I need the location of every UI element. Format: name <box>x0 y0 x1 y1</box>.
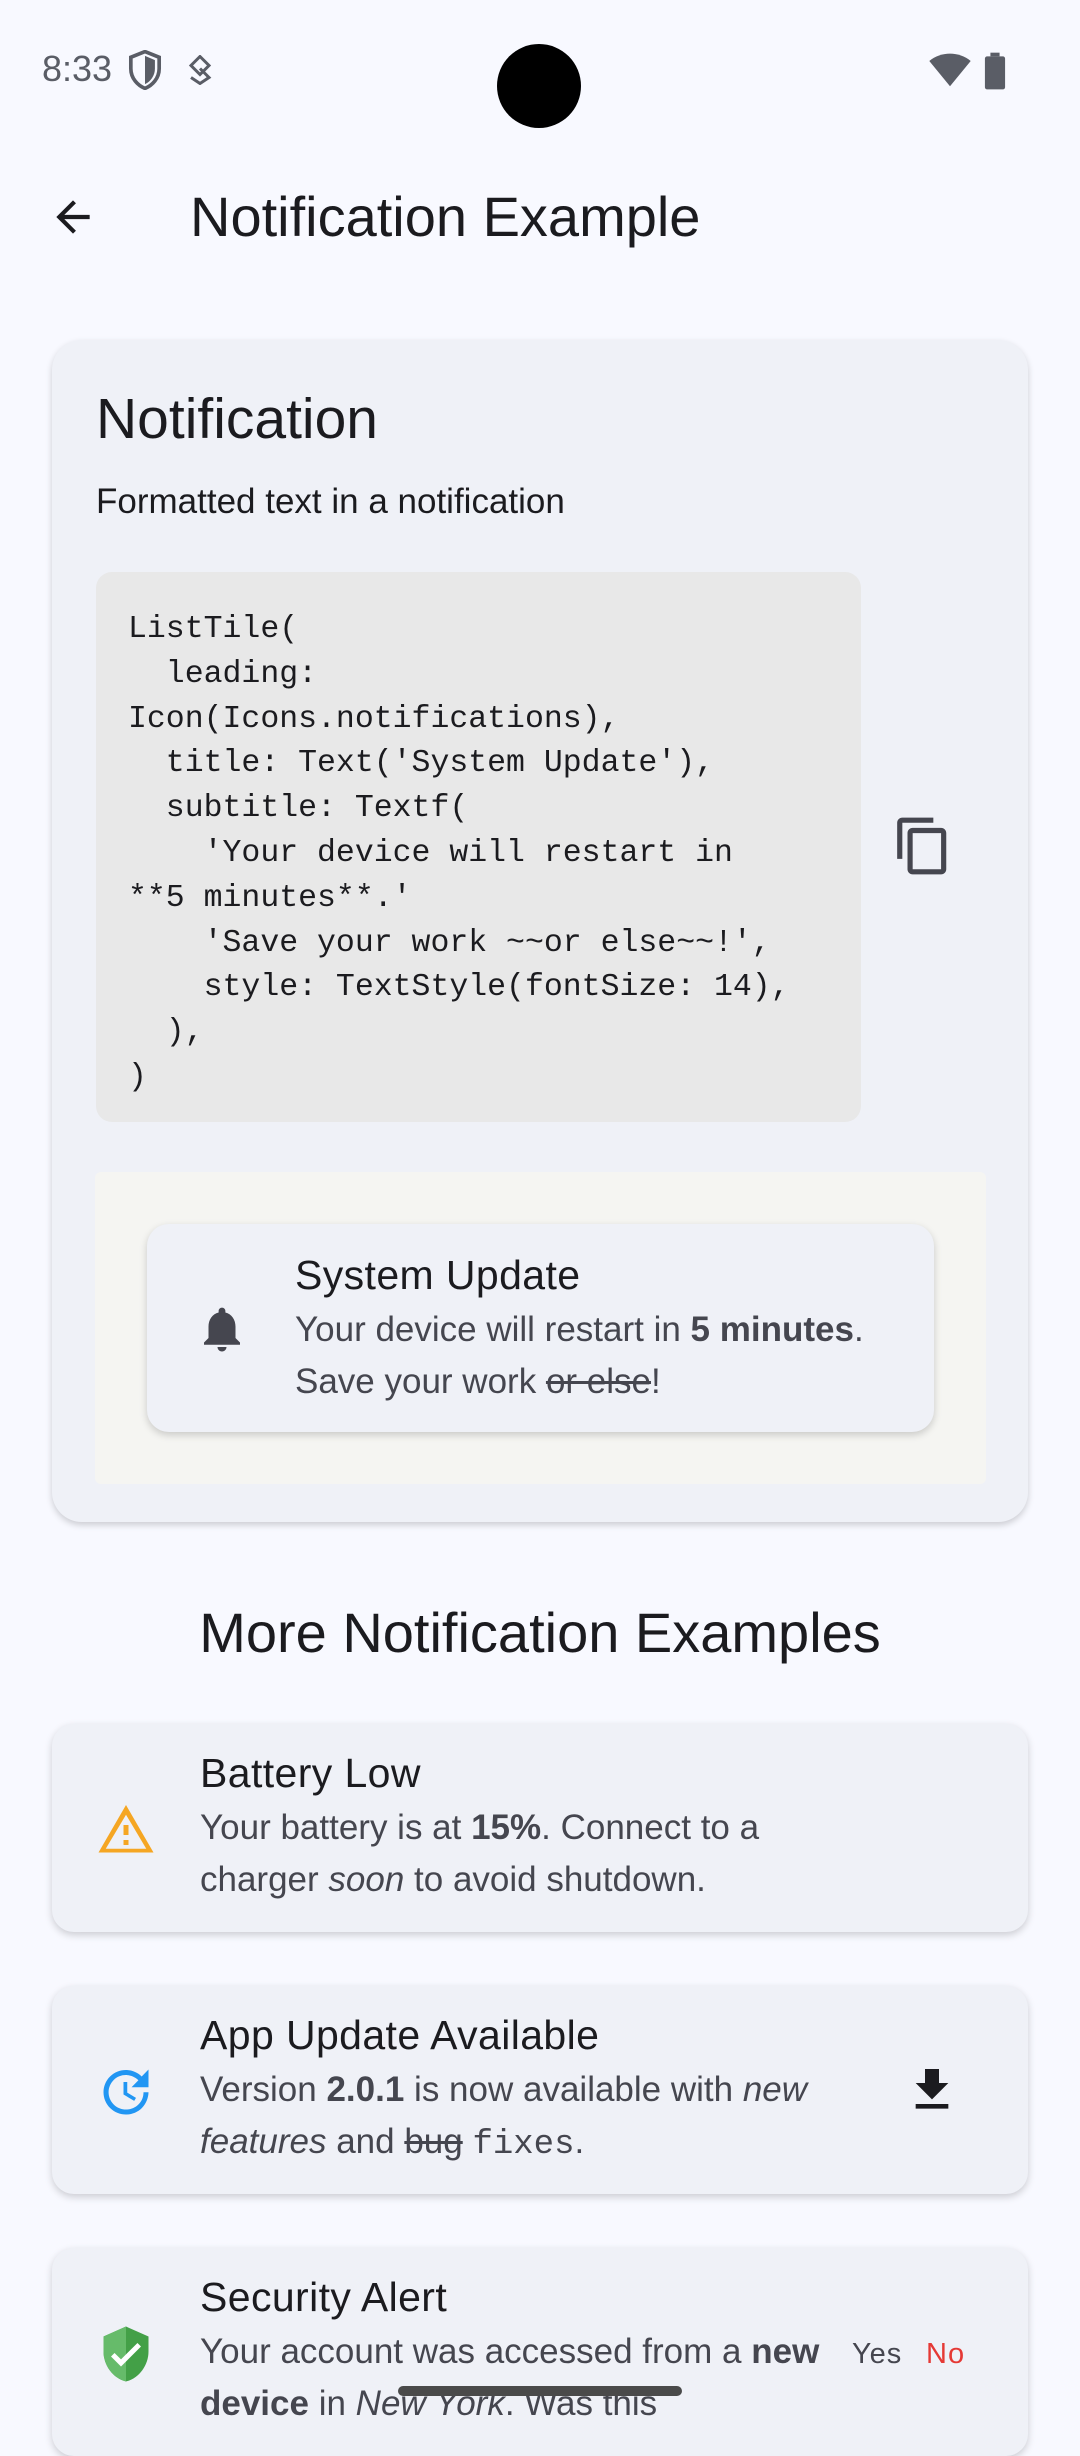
notification-preview: System Update Your device will restart i… <box>95 1172 986 1484</box>
shield-status-icon <box>128 49 162 95</box>
camera-cutout <box>497 44 581 128</box>
wifi-icon <box>928 52 972 93</box>
status-bar: 8:33 <box>0 0 1080 140</box>
notification-card: Notification Formatted text in a notific… <box>52 340 1028 1522</box>
shield-check-icon <box>96 2324 156 2384</box>
app-update-card[interactable]: App Update Available Version 2.0.1 is no… <box>52 1986 1028 2194</box>
code-snippet: ListTile( leading: Icon(Icons.notificati… <box>96 572 861 1122</box>
system-update-tile[interactable]: System Update Your device will restart i… <box>147 1224 934 1432</box>
download-icon <box>915 2069 949 2109</box>
tile-title: Security Alert <box>200 2274 448 2320</box>
bell-icon <box>195 1302 249 1356</box>
download-button[interactable] <box>900 2058 964 2122</box>
tile-subtitle: Your device will restart in 5 minutes. S… <box>295 1310 864 1401</box>
page-title: Notification Example <box>190 185 701 248</box>
debug-status-icon <box>188 54 212 90</box>
battery-low-card[interactable]: Battery Low Your battery is at 15%. Conn… <box>52 1724 1028 1932</box>
back-button[interactable] <box>36 180 110 254</box>
yes-button[interactable]: Yes <box>852 2338 902 2371</box>
tile-subtitle: Your account was accessed from a new dev… <box>200 2332 820 2423</box>
tile-title: System Update <box>295 1252 581 1298</box>
update-icon <box>96 2062 156 2122</box>
battery-icon <box>984 52 1006 95</box>
app-bar: Notification Example <box>0 150 1080 280</box>
tile-title: App Update Available <box>200 2012 600 2058</box>
warning-icon <box>96 1800 156 1860</box>
tile-title: Battery Low <box>200 1750 421 1796</box>
tile-subtitle: Your battery is at 15%. Connect to a cha… <box>200 1808 760 1899</box>
status-time: 8:33 <box>42 48 113 89</box>
tile-subtitle: Version 2.0.1 is now available with new … <box>200 2070 808 2164</box>
section-title: More Notification Examples <box>199 1601 881 1664</box>
arrow-back-icon <box>56 200 90 234</box>
gesture-handle[interactable] <box>398 2386 682 2396</box>
no-button[interactable]: No <box>926 2338 965 2371</box>
copy-button[interactable] <box>882 805 964 887</box>
card-title: Notification <box>96 387 378 451</box>
copy-icon <box>897 817 947 875</box>
code-text: ListTile( leading: Icon(Icons.notificati… <box>128 612 790 1095</box>
security-alert-card[interactable]: Security Alert Your account was accessed… <box>52 2248 1028 2456</box>
card-description: Formatted text in a notification <box>96 482 565 521</box>
